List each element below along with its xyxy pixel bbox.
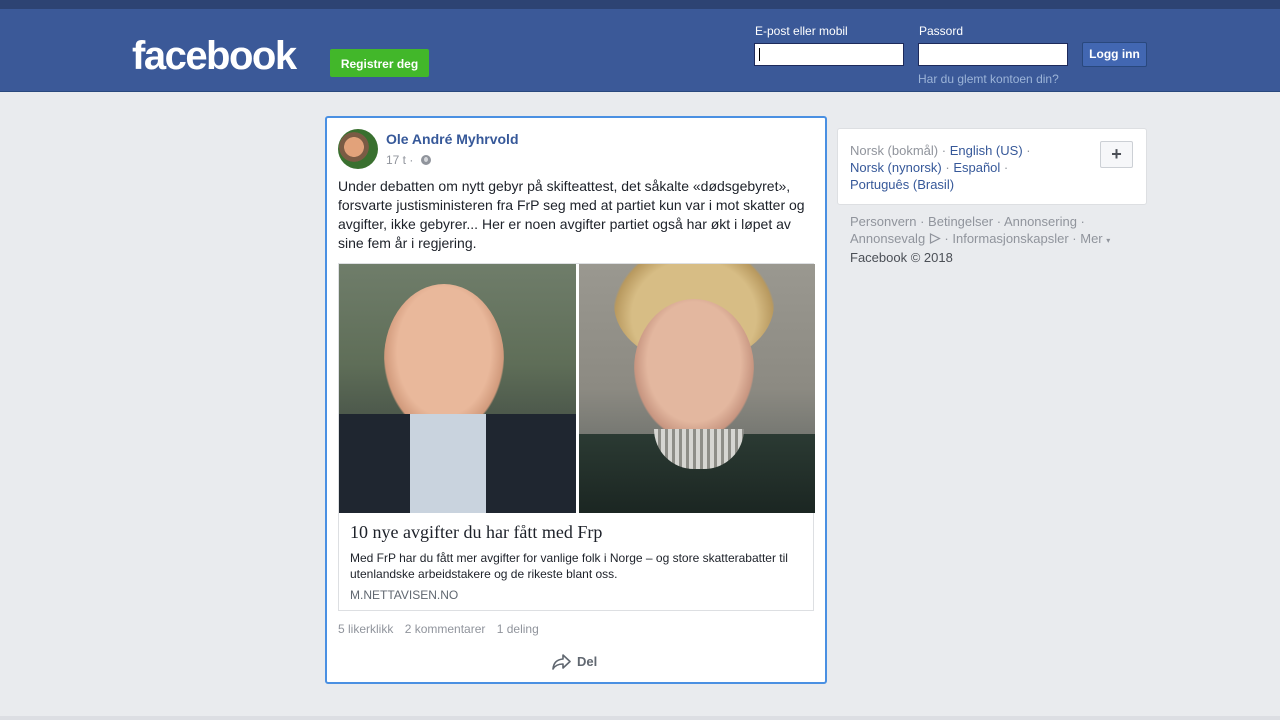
link-preview[interactable]: 10 nye avgifter du har fått med Frp Med …: [338, 263, 815, 611]
share-label: Del: [577, 654, 598, 669]
link-body[interactable]: 10 nye avgifter du har fått med Frp Med …: [339, 513, 813, 610]
link-description: Med FrP har du fått mer avgifter for van…: [350, 551, 788, 581]
forgot-account-link[interactable]: Har du glemt kontoen din?: [918, 72, 1059, 86]
footer-link-privacy[interactable]: Personvern: [850, 214, 916, 229]
footer-link-ad-choices[interactable]: Annonsevalg: [850, 231, 925, 246]
person-photo: [384, 284, 504, 434]
bottom-divider: [0, 716, 1280, 720]
password-label: Passord: [919, 24, 964, 38]
language-link[interactable]: Norsk (nynorsk): [850, 160, 942, 175]
link-domain: M.NETTAVISEN.NO: [350, 588, 459, 602]
person-photo: [634, 299, 754, 439]
language-link[interactable]: English (US): [950, 143, 1023, 158]
post-meta: 17 t ·: [386, 153, 431, 167]
more-languages-button[interactable]: +: [1100, 141, 1133, 168]
login-button[interactable]: Logg inn: [1082, 42, 1147, 67]
post-text: Under debatten om nytt gebyr på skifteat…: [338, 178, 805, 251]
footer-link-more[interactable]: Mer: [1080, 231, 1102, 246]
share-button[interactable]: Del: [552, 654, 597, 670]
top-header: facebook Registrer deg E-post eller mobi…: [0, 9, 1280, 92]
register-button[interactable]: Registrer deg: [330, 49, 429, 77]
link-image-right[interactable]: [579, 264, 815, 513]
shares-count[interactable]: 1 deling: [497, 622, 539, 636]
share-icon: [552, 654, 571, 670]
footer-links: Personvern · Betingelser · Annonsering ·…: [850, 214, 1111, 265]
chevron-down-icon[interactable]: ▾: [1106, 236, 1110, 245]
avatar[interactable]: [338, 129, 378, 169]
link-image-left[interactable]: [339, 264, 576, 513]
email-label: E-post eller mobil: [755, 24, 848, 38]
post-time[interactable]: 17 t ·: [386, 153, 413, 167]
post-stats: 5 likerklikk 2 kommentarer 1 deling: [338, 622, 547, 636]
language-current: Norsk (bokmål): [850, 143, 939, 158]
footer-link-terms[interactable]: Betingelser: [928, 214, 993, 229]
footer-link-cookies[interactable]: Informasjonskapsler: [952, 231, 1068, 246]
language-link[interactable]: Español: [953, 160, 1000, 175]
language-list: Norsk (bokmål) · English (US) · Norsk (n…: [850, 143, 1031, 192]
likes-count[interactable]: 5 likerklikk: [338, 622, 393, 636]
footer-copyright: Facebook © 2018: [850, 250, 953, 265]
text-caret: [759, 48, 760, 61]
post-card: Ole André Myhrvold 17 t · Under debatten…: [325, 116, 827, 684]
facebook-logo[interactable]: facebook: [132, 33, 297, 79]
globe-icon[interactable]: [420, 155, 431, 165]
language-box: Norsk (bokmål) · English (US) · Norsk (n…: [837, 128, 1147, 205]
link-title[interactable]: 10 nye avgifter du har fått med Frp: [350, 522, 602, 543]
post-author[interactable]: Ole André Myhrvold: [386, 131, 519, 147]
suit-shape: [339, 414, 576, 513]
password-field[interactable]: [918, 43, 1068, 66]
language-link[interactable]: Português (Brasil): [850, 177, 954, 192]
ad-choices-icon[interactable]: [929, 233, 941, 244]
footer-link-advertising[interactable]: Annonsering: [1004, 214, 1077, 229]
top-strip: [0, 0, 1280, 9]
email-field[interactable]: [754, 43, 904, 66]
comments-count[interactable]: 2 kommentarer: [405, 622, 486, 636]
